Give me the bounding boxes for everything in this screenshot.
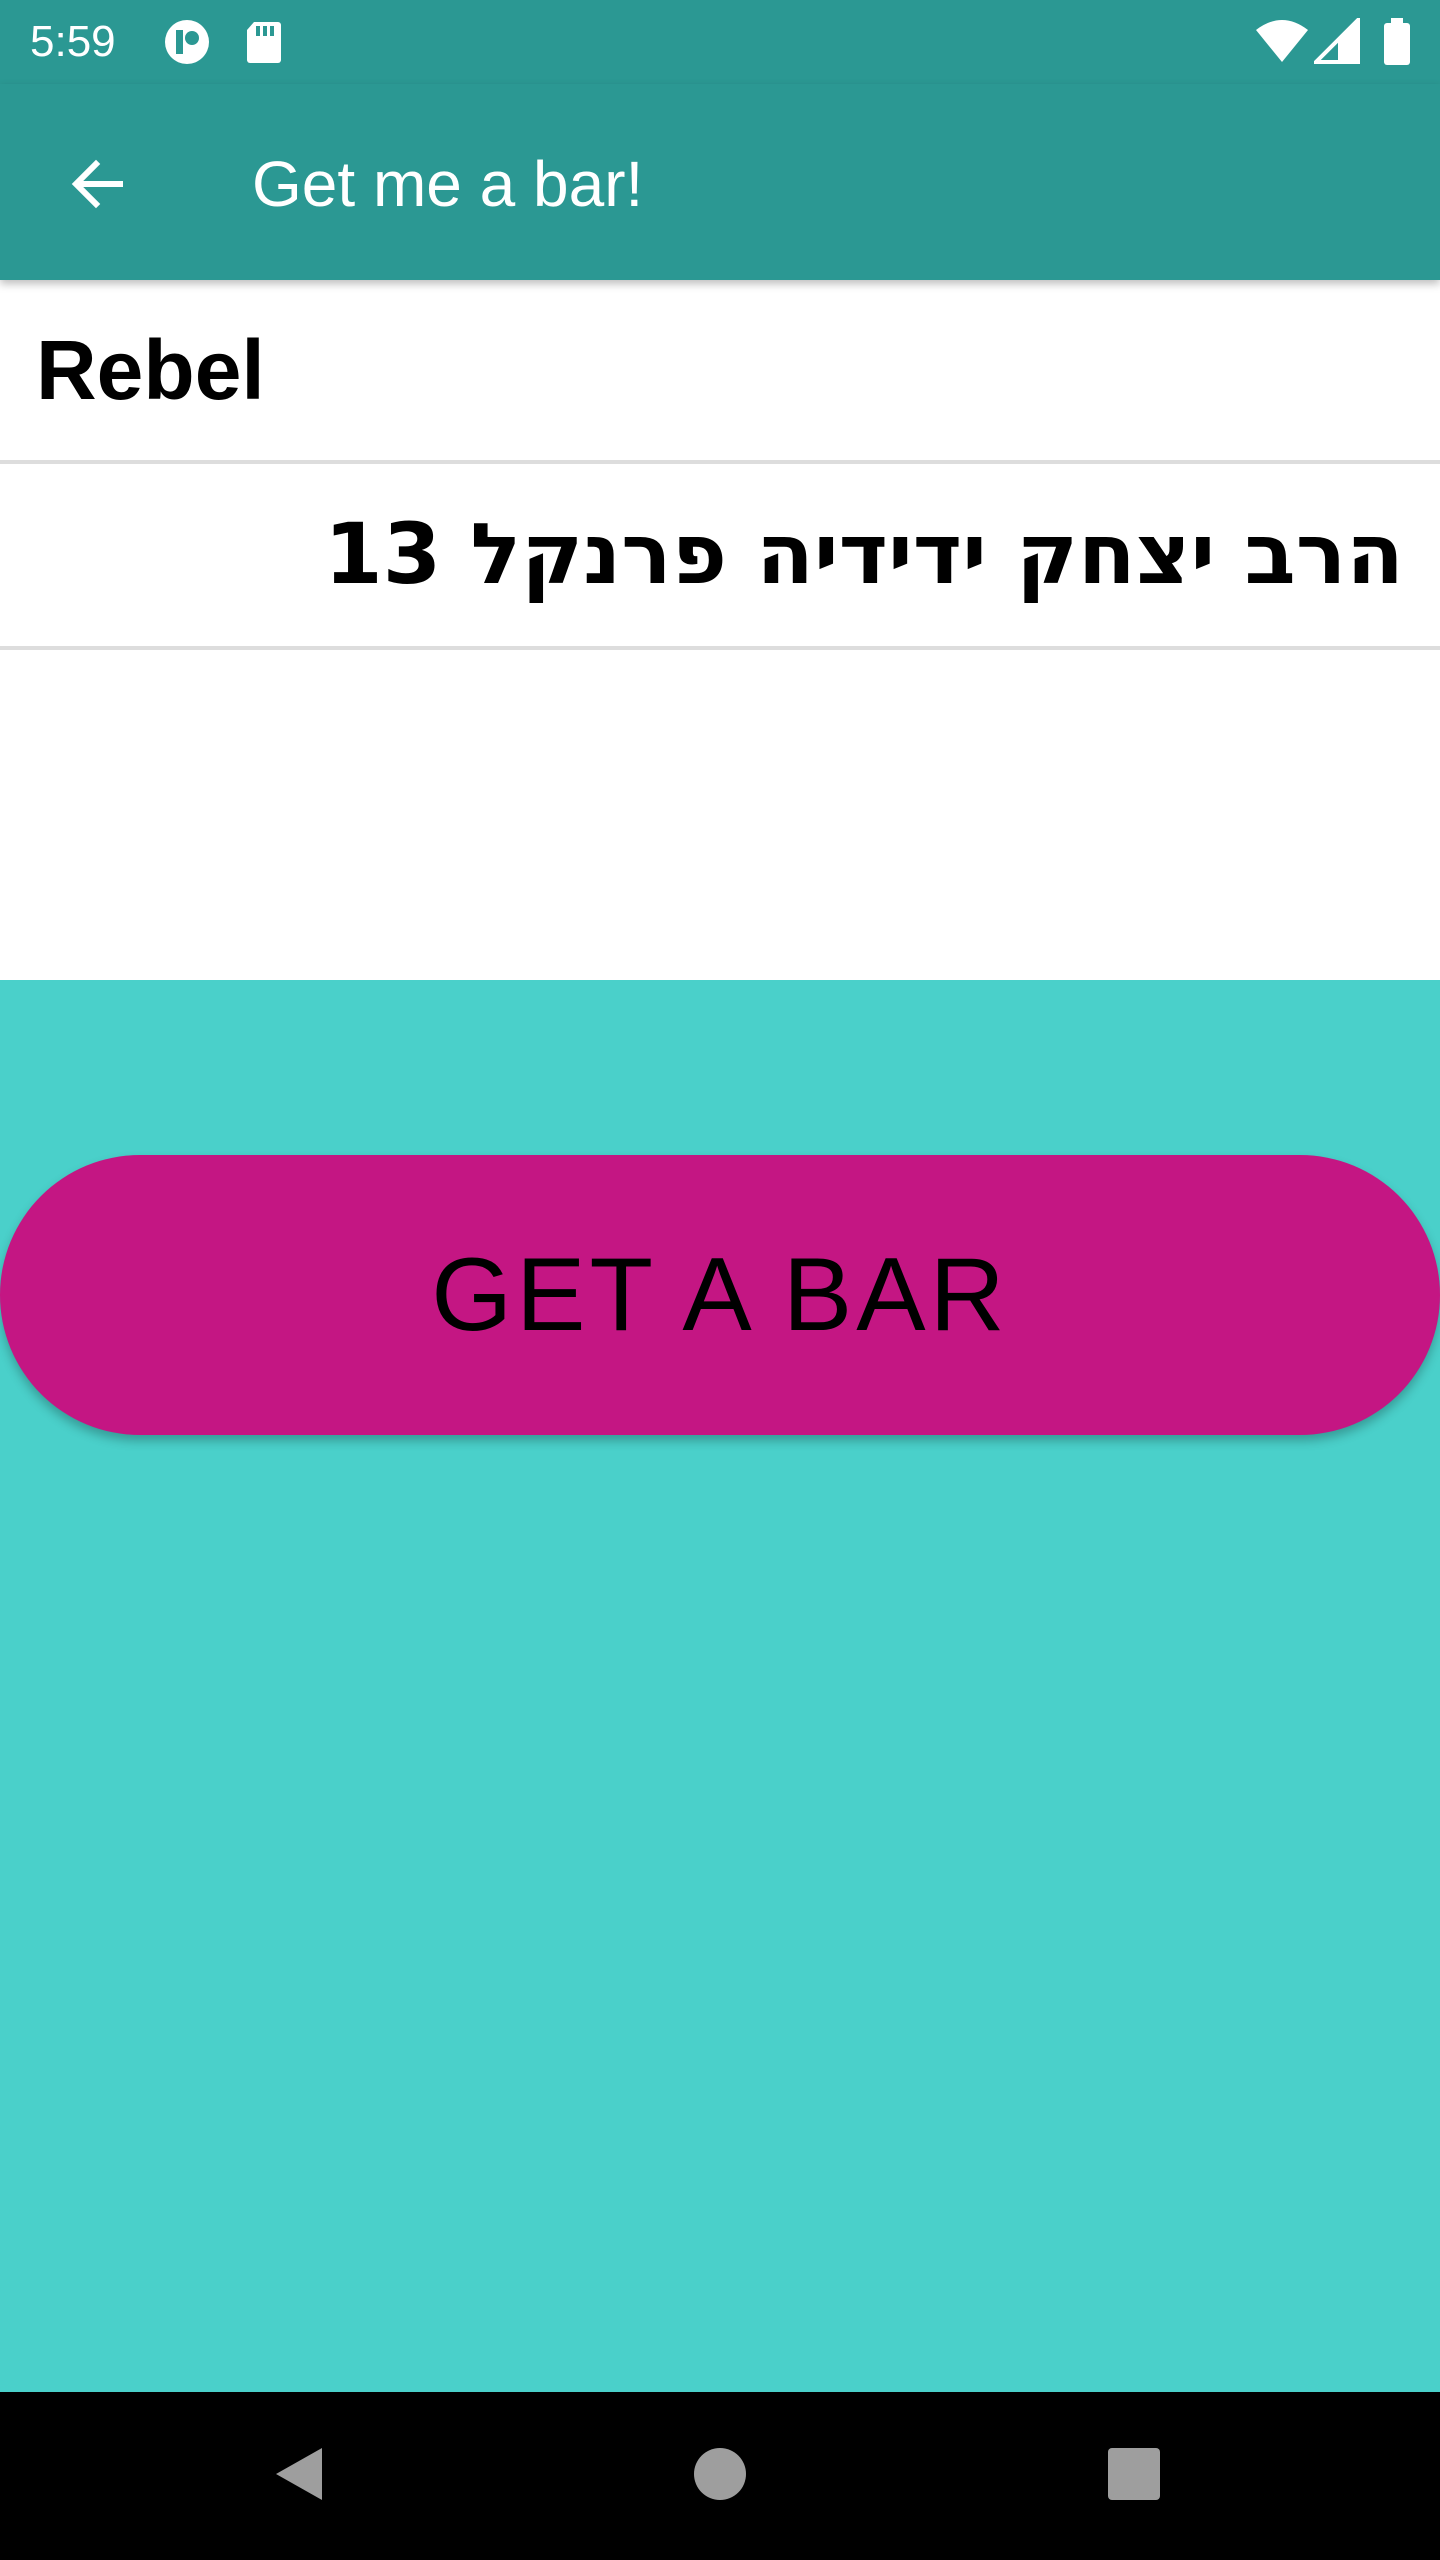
get-a-bar-button[interactable]: GET A BAR: [0, 1155, 1440, 1435]
wifi-icon: [1254, 18, 1310, 66]
nav-back-button[interactable]: [250, 2426, 350, 2526]
sd-card-icon: [244, 18, 284, 66]
arrow-back-icon: [66, 152, 130, 221]
back-triangle-icon: [270, 2444, 330, 2509]
status-bar: 5:59: [0, 0, 1440, 84]
system-nav-bar: [0, 2392, 1440, 2560]
bar-name-row: Rebel: [0, 280, 1440, 464]
back-button[interactable]: [50, 138, 146, 234]
bar-name: Rebel: [36, 323, 265, 417]
bar-address-row: הרב יצחק ידידיה פרנקל 13: [0, 466, 1440, 650]
app-title: Get me a bar!: [252, 148, 644, 220]
bar-address: הרב יצחק ידידיה פרנקל 13: [324, 505, 1404, 603]
status-time: 5:59: [30, 17, 116, 66]
app-bar: Get me a bar!: [0, 84, 1440, 280]
nav-home-button[interactable]: [670, 2426, 770, 2526]
bar-details-panel: Rebel הרב יצחק ידידיה פרנקל 13: [0, 280, 1440, 980]
cellular-signal-icon: [1311, 15, 1360, 66]
nav-recents-button[interactable]: [1084, 2426, 1184, 2526]
battery-icon: [1382, 18, 1412, 66]
notification-app-icon: [160, 18, 214, 66]
home-circle-icon: [692, 2446, 748, 2507]
get-a-bar-label: GET A BAR: [431, 1236, 1009, 1353]
recents-square-icon: [1106, 2446, 1162, 2507]
